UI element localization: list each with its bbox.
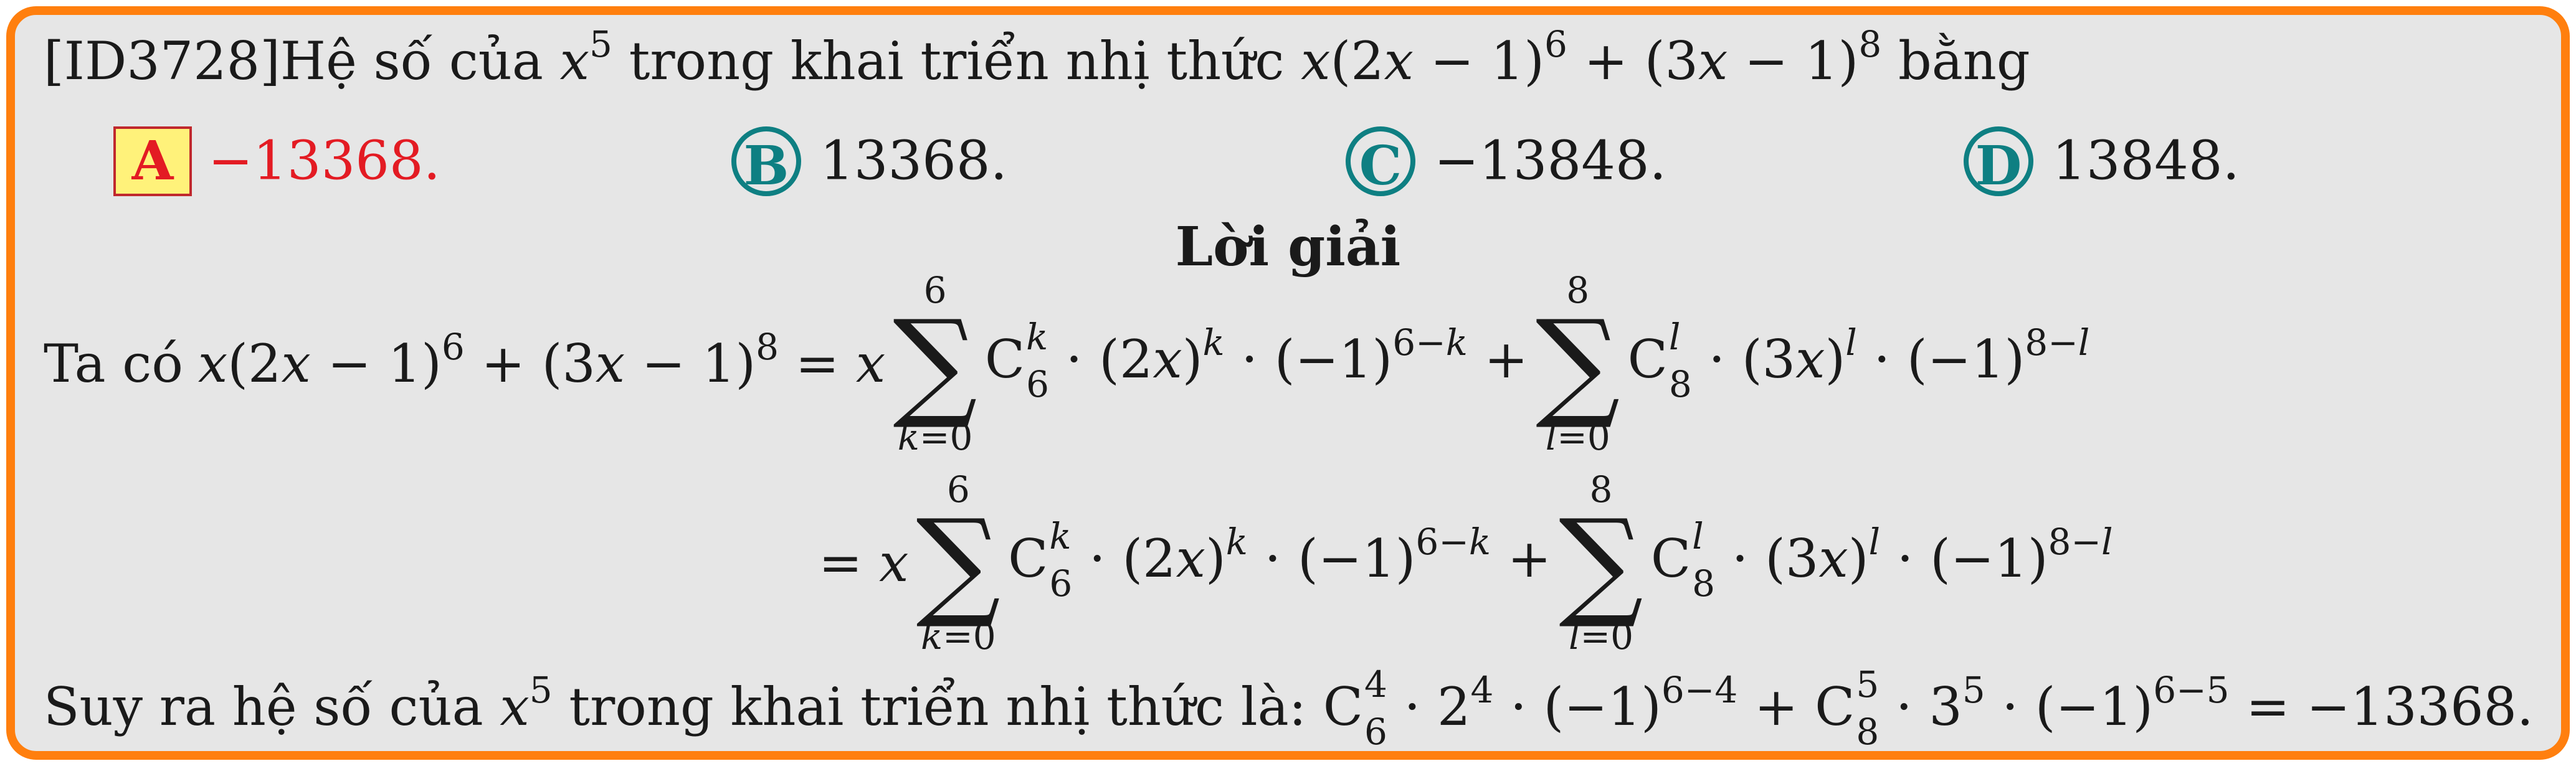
question-text: Hệ số của [280, 31, 543, 92]
question-text-2: trong khai triển nhị thức [629, 31, 1285, 92]
solution-equation-1: Ta có x(2x − 1)6 + (3x − 1)8 = x 6 ∑ k=0 C… [44, 269, 2090, 458]
choice-c-badge: C [1346, 126, 1415, 197]
choice-d[interactable]: D 13848. [1964, 120, 2240, 197]
choice-b-value: 13368. [820, 130, 1007, 192]
choice-d-value: 13848. [2052, 130, 2240, 192]
solution-conclusion: Suy ra hệ số của x5 trong khai triển nhị… [44, 663, 2534, 753]
choice-c[interactable]: C −13848. [1346, 120, 1666, 197]
sum-operator-k: 6 ∑ k=0 [893, 269, 977, 458]
choice-c-value: −13848. [1434, 130, 1666, 192]
choice-a-value: −13368. [208, 130, 440, 192]
sum-operator-l: 8 ∑ l=0 [1535, 269, 1620, 458]
choice-d-badge: D [1964, 126, 2033, 197]
conclusion-text-2: trong khai triển nhị thức là: [569, 676, 1307, 737]
choice-a-badge: A [113, 126, 192, 196]
choice-b[interactable]: B 13368. [731, 120, 1007, 197]
question-expression: x(2x − 1)6 + (3x − 1)8 [1301, 23, 1882, 92]
question-variable: x5 [559, 23, 612, 92]
sum-operator-l-2: 8 ∑ l=0 [1559, 468, 1643, 658]
question-card: [ID3728]Hệ số của x5 trong khai triển nh… [6, 6, 2570, 760]
question-id: [ID3728] [44, 31, 280, 92]
choice-a[interactable]: A −13368. [113, 120, 440, 196]
solution-intro: Ta có [44, 333, 183, 394]
conclusion-text: Suy ra hệ số của [44, 676, 483, 737]
question-line: [ID3728]Hệ số của x5 trong khai triển nh… [44, 23, 2030, 98]
choice-b-badge: B [731, 126, 801, 197]
question-text-3: bằng [1898, 31, 2030, 92]
sum-operator-k-2: 6 ∑ k=0 [916, 468, 1001, 658]
solution-equation-2: = x 6 ∑ k=0 Ck6 · (2x)k · (−1)6−k + 8 ∑ l=0 … [819, 468, 2113, 658]
conclusion-result: −13368. [2306, 676, 2534, 737]
